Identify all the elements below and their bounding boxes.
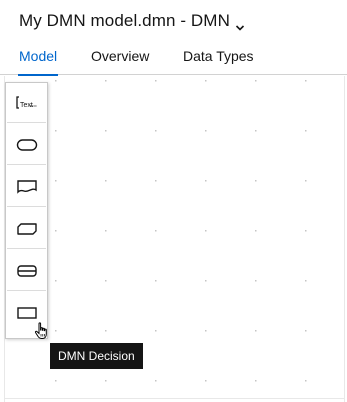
- canvas-border-right: [344, 76, 345, 402]
- grid-dot: [55, 380, 57, 382]
- grid-dot: [255, 330, 257, 332]
- grid-dot: [305, 330, 307, 332]
- grid-dot: [155, 80, 157, 82]
- grid-dot: [255, 180, 257, 182]
- grid-dot: [305, 280, 307, 282]
- grid-dot: [205, 230, 207, 232]
- grid-dot: [105, 230, 107, 232]
- node-palette: Text: [5, 82, 48, 339]
- model-title-dropdown[interactable]: My DMN model.dmn - DMN: [19, 11, 245, 31]
- grid-dot: [105, 180, 107, 182]
- text-annotation-icon: Text: [15, 95, 38, 110]
- palette-tooltip: DMN Decision: [50, 343, 143, 369]
- tab-data-types[interactable]: Data Types: [182, 42, 255, 75]
- grid-dot: [55, 330, 57, 332]
- hand-cursor-icon: [34, 322, 50, 340]
- grid-dot: [255, 230, 257, 232]
- grid-dot: [305, 80, 307, 82]
- grid-dot: [155, 230, 157, 232]
- grid-dot: [105, 330, 107, 332]
- editor-tabs: Model Overview Data Types: [0, 42, 347, 76]
- model-title: My DMN model.dmn - DMN: [19, 11, 230, 30]
- palette-decision-service[interactable]: [7, 251, 46, 291]
- dmn-editor: My DMN model.dmn - DMN Model Overview Da…: [0, 0, 347, 402]
- grid-dot: [205, 180, 207, 182]
- palette-business-knowledge-model[interactable]: [7, 209, 46, 249]
- grid-dot: [155, 280, 157, 282]
- decision-service-icon: [16, 264, 38, 278]
- input-data-icon: [16, 138, 38, 152]
- grid-dot: [55, 80, 57, 82]
- palette-knowledge-source[interactable]: [7, 167, 46, 207]
- grid-dot: [155, 330, 157, 332]
- grid-dot: [55, 130, 57, 132]
- grid-dot: [305, 130, 307, 132]
- grid-dot: [205, 280, 207, 282]
- grid-dot: [55, 230, 57, 232]
- grid-dot: [205, 80, 207, 82]
- grid-dot: [105, 130, 107, 132]
- tab-model-label: Model: [19, 48, 58, 64]
- grid-dot: [55, 280, 57, 282]
- palette-text-annotation[interactable]: Text: [7, 83, 46, 123]
- grid-dot: [255, 80, 257, 82]
- decision-icon: [16, 306, 38, 320]
- grid-dot: [255, 130, 257, 132]
- title-bar: My DMN model.dmn - DMN: [0, 0, 347, 42]
- chevron-down-icon: [235, 19, 245, 31]
- grid-dot: [305, 180, 307, 182]
- grid-dot: [305, 230, 307, 232]
- grid-dot: [255, 280, 257, 282]
- grid-dot: [155, 380, 157, 382]
- tab-model[interactable]: Model: [18, 42, 59, 76]
- grid-dot: [205, 380, 207, 382]
- grid-dot: [155, 180, 157, 182]
- grid-dot: [55, 180, 57, 182]
- grid-dot: [305, 380, 307, 382]
- tab-overview-label: Overview: [91, 48, 150, 64]
- tab-data-types-label: Data Types: [183, 48, 254, 64]
- grid-dot: [205, 330, 207, 332]
- grid-dot: [105, 280, 107, 282]
- grid-dot: [105, 80, 107, 82]
- bkm-icon: [16, 222, 38, 236]
- grid-dot: [155, 130, 157, 132]
- tab-overview[interactable]: Overview: [90, 42, 150, 75]
- grid-dot: [255, 380, 257, 382]
- canvas-border-bottom: [4, 398, 345, 399]
- knowledge-source-icon: [16, 179, 38, 195]
- grid-dot: [105, 380, 107, 382]
- palette-input-data[interactable]: [7, 125, 46, 165]
- grid-dot: [205, 130, 207, 132]
